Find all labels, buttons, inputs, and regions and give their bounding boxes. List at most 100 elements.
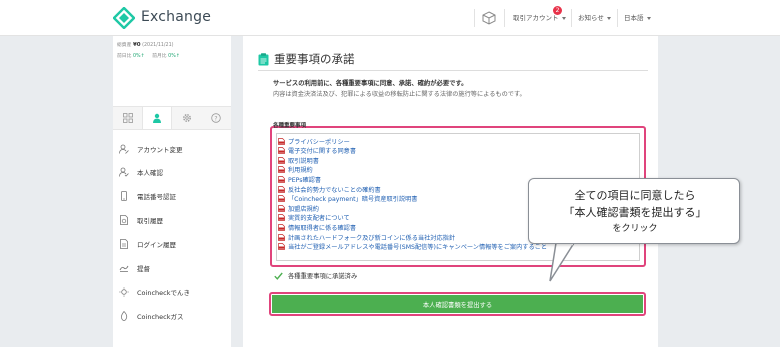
user-edit-icon [119,144,129,154]
pdf-icon [278,176,285,183]
header-divider [571,9,572,27]
check-icon [274,272,283,280]
pdf-icon [278,224,285,231]
language-menu-label: 日本語 [624,14,644,22]
doc-link[interactable]: 当社がご登録メールアドレスや電話番号(SMS配信等)にキャンペーン情報等をご案内… [278,243,547,251]
chevron-down-icon [561,16,566,20]
brand-name[interactable]: Exchange [141,9,211,25]
top-header: Exchange 取引アカウント 2 お知らせ 日本語 [0,0,780,36]
doc-link[interactable]: PEPs確認書 [278,175,322,184]
doc-link-label: 電子交付に関する同意書 [288,148,357,156]
tab-dashboard[interactable] [113,107,143,129]
pdf-icon [278,214,285,222]
doc-link-label: 加盟店規約 [288,205,319,213]
header-divider [504,9,505,27]
phone-icon [121,191,127,201]
help-icon: ? [211,113,221,123]
submit-id-documents-button[interactable]: 本人確認書類を提出する [272,295,643,313]
doc-link-label: 実質的支配者について [288,215,350,223]
history-icon [120,215,128,225]
sidebar-item-login-history[interactable]: ログイン履歴 [119,234,176,254]
doc-link-label: プライバシーポリシー [288,138,350,146]
callout-tail [549,243,575,282]
flame-icon [120,311,128,321]
lead-text: サービスの利用前に、各種重要事項に同意、承諾、確約が必要です。 [273,80,468,87]
doc-link[interactable]: 情報取得者に係る確認書 [278,223,357,232]
doc-link[interactable]: 反社会的勢力でないことの確約書 [278,185,381,194]
header-divider [474,9,475,27]
doc-link[interactable]: プライバシーポリシー [278,137,350,146]
cube-icon[interactable] [482,11,496,25]
doc-link[interactable]: 加盟店規約 [278,204,319,213]
doc-link[interactable]: 利用規約 [278,166,313,174]
tab-account[interactable] [142,107,172,129]
tab-settings[interactable] [172,107,202,129]
sub-text: 内容は資金決済法及び、犯罪による収益の移転防止に関する法律の施行等によるものです… [273,91,526,98]
chevron-down-icon [606,16,611,20]
doc-link-label: 反社会的勢力でないことの確約書 [288,186,381,194]
svg-text:?: ? [214,115,217,122]
sidebar-item-label: 電話番号認証 [137,193,176,201]
doc-link[interactable]: 実質的支配者について [278,214,350,222]
change-row: 前日比 0%↑ 前月比 0%↑ [117,52,180,59]
balance-date: (2021/11/21) [142,43,174,48]
notice-menu-label: お知らせ [578,14,604,22]
user-check-icon [119,167,129,177]
sidebar-item-account-change[interactable]: アカウント変更 [119,139,183,159]
pdf-icon [278,195,285,202]
doc-link-label: 利用規約 [288,167,313,175]
sidebar-item-identity[interactable]: 本人確認 [119,162,163,182]
pdf-icon [278,233,285,241]
doc-link-label: 情報取得者に係る確認書 [288,224,357,232]
docs-label: 各種重要事項 [273,123,307,129]
pdf-icon [278,185,285,193]
accepted-status: 各種重要事項に承諾済み [274,271,357,280]
sidebar-item-denki[interactable]: Coincheckでんき [119,282,190,302]
doc-link[interactable]: 「Coincheck payment」暗号資産取引説明書 [278,195,417,203]
exchange-logo-icon[interactable] [113,7,135,29]
doc-link[interactable]: 取引説明書 [278,156,319,165]
sidebar-item-trade-history[interactable]: 取引履歴 [119,210,163,230]
accepted-text: 各種重要事項に承諾済み [288,273,358,280]
instruction-callout: 全ての項目に同意したら 「本人確認書類を提出する」 をクリック [528,178,740,244]
sidebar-item-label: 提督 [137,265,150,273]
header-divider [617,9,618,27]
language-menu[interactable]: 日本語 [624,12,651,22]
balance-row: 総資産 ¥0 (2021/11/21) [117,41,174,48]
doc-link-label: 計画されたハードフォーク及び新コインに係る当社対応指針 [288,234,456,242]
doc-link[interactable]: 計画されたハードフォーク及び新コインに係る当社対応指針 [278,233,456,242]
change-month-label: 前月比 [152,54,167,59]
sidebar-item-admiral[interactable]: 提督 [119,258,150,278]
pdf-icon [278,243,285,250]
chevron-down-icon [646,16,651,20]
doc-link-label: 当社がご登録メールアドレスや電話番号(SMS配信等)にキャンペーン情報等をご案内… [288,244,548,252]
doc-link-label: 「Coincheck payment」暗号資産取引説明書 [288,196,418,204]
doc-link-label: 取引説明書 [288,157,319,165]
doc-link-label: PEPs確認書 [288,176,322,184]
user-icon [152,113,161,123]
clipboard-icon [258,53,269,66]
pdf-icon [278,204,285,212]
sidebar-tabs: ? [113,106,231,130]
bulb-icon [119,287,129,297]
sidebar-item-label: アカウント変更 [137,146,183,154]
account-sidebar: 総資産 ¥0 (2021/11/21) 前日比 0%↑ 前月比 0%↑ ? アカ… [113,36,231,347]
change-month-value: 0%↑ [168,54,180,59]
scrollbar[interactable] [765,36,780,347]
sidebar-item-gas[interactable]: Coincheckガス [119,306,183,326]
doc-link[interactable]: 電子交付に関する同意書 [278,147,356,155]
sidebar-item-label: 本人確認 [137,169,163,177]
notice-menu[interactable]: お知らせ [578,12,611,22]
login-history-icon [120,239,128,249]
sidebar-item-label: ログイン履歴 [137,241,176,249]
balance-value: ¥0 [132,42,141,48]
callout-line-3: をクリック [612,224,658,234]
tab-help[interactable]: ? [201,107,231,129]
pdf-icon [278,147,285,154]
pdf-icon [278,137,285,145]
callout-line-1: 全ての項目に同意したら [574,189,696,202]
pdf-icon [278,156,285,164]
sidebar-item-phone[interactable]: 電話番号認証 [119,186,176,206]
callout-line-2: 「本人確認書類を提出する」 [563,206,707,219]
sidebar-item-label: 取引履歴 [137,217,163,225]
